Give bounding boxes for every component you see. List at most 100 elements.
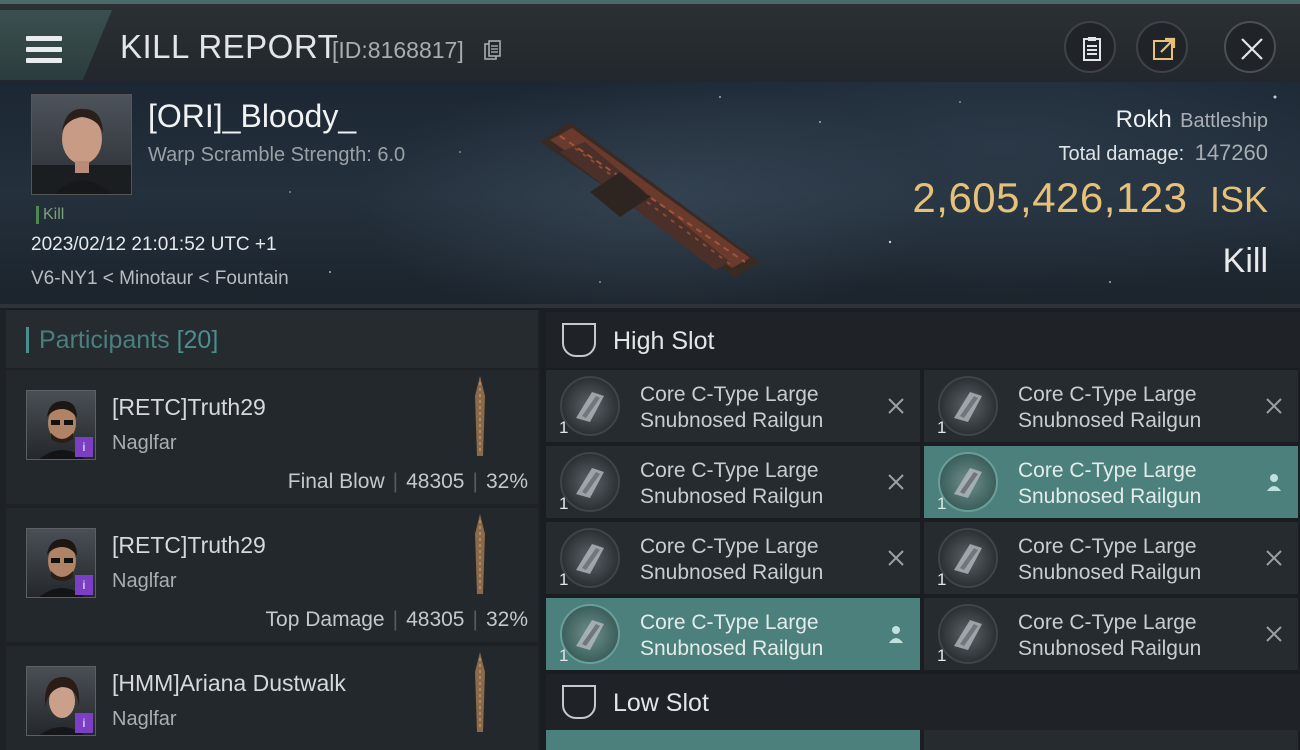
participant-ship[interactable]: Naglfar bbox=[112, 570, 176, 593]
item-quantity: 1 bbox=[559, 418, 569, 437]
participants-count: [20] bbox=[176, 326, 219, 354]
participant-damage: 48305 bbox=[406, 608, 465, 631]
victim-ship-image[interactable] bbox=[530, 112, 770, 282]
item-name: Core C-Type Large Snubnosed Railgun bbox=[640, 535, 824, 584]
railgun-icon bbox=[560, 452, 620, 512]
participant-damage: 48305 bbox=[406, 470, 465, 493]
total-damage: Total damage: 147260 bbox=[1058, 140, 1268, 166]
title-bar: KILL REPORT [ID:8168817] bbox=[0, 0, 1300, 82]
item-quantity: 1 bbox=[937, 494, 947, 513]
low-slot-title: Low Slot bbox=[613, 689, 709, 717]
copy-icon[interactable] bbox=[484, 40, 502, 60]
participants-title: Participants [20] bbox=[26, 327, 218, 353]
victim-portrait[interactable] bbox=[31, 94, 132, 195]
participant-ship[interactable]: Naglfar bbox=[112, 708, 176, 731]
menu-button[interactable] bbox=[0, 10, 112, 80]
item-name: Core C-Type Large Snubnosed Railgun bbox=[640, 459, 824, 508]
x-icon bbox=[886, 472, 906, 492]
participant-row[interactable]: i [RETC]Truth29 Naglfar Top Damage | 48305… bbox=[6, 508, 538, 642]
isk-value: 2,605,426,123 bbox=[912, 174, 1188, 221]
participant-name[interactable]: [RETC]Truth29 bbox=[112, 532, 266, 559]
fitting-item-partial[interactable] bbox=[924, 730, 1298, 750]
participant-stats: Final Blow | 48305 | 32% bbox=[287, 470, 528, 493]
share-button[interactable] bbox=[1136, 21, 1188, 73]
item-name: Core C-Type Large Snubnosed Railgun bbox=[1018, 383, 1202, 432]
participant-name[interactable]: [RETC]Truth29 bbox=[112, 394, 266, 421]
isk-value-line: 2,605,426,123 ISK bbox=[912, 174, 1268, 222]
fitting-item[interactable]: 1 Core C-Type Large Snubnosed Railgun bbox=[546, 598, 920, 670]
fitting-item-partial[interactable] bbox=[546, 730, 920, 750]
ship-class: Battleship bbox=[1180, 110, 1268, 132]
avatar[interactable]: i bbox=[26, 666, 96, 736]
item-name: Core C-Type Large Snubnosed Railgun bbox=[640, 611, 824, 660]
warp-scramble-strength: Warp Scramble Strength: 6.0 bbox=[148, 144, 406, 166]
kill-tag: Kill bbox=[36, 206, 64, 224]
participant-row[interactable]: i [HMM]Ariana Dustwalk Naglfar bbox=[6, 646, 538, 750]
high-slot-icon bbox=[562, 323, 596, 357]
railgun-icon bbox=[938, 528, 998, 588]
close-icon bbox=[1241, 38, 1263, 60]
share-icon bbox=[1153, 37, 1176, 60]
x-icon bbox=[1264, 548, 1284, 568]
avatar[interactable]: i bbox=[26, 390, 96, 460]
high-slot-title: High Slot bbox=[613, 327, 715, 355]
fitting-item[interactable]: 1 Core C-Type Large Snubnosed Railgun bbox=[924, 446, 1298, 518]
page-title: KILL REPORT bbox=[120, 28, 339, 65]
participants-panel: Participants [20] i [RETC]Truth29 Naglfa… bbox=[0, 310, 540, 750]
item-quantity: 1 bbox=[937, 570, 947, 589]
fitting-item[interactable]: 1 Core C-Type Large Snubnosed Railgun bbox=[924, 598, 1298, 670]
alliance-badge-icon: i bbox=[75, 575, 93, 595]
menu-icon bbox=[26, 36, 62, 64]
ship-name[interactable]: Rokh bbox=[1116, 106, 1172, 133]
kill-location[interactable]: V6-NY1 < Minotaur < Fountain bbox=[31, 268, 289, 290]
close-button[interactable] bbox=[1224, 21, 1276, 73]
kill-timestamp: 2023/02/12 21:01:52 UTC +1 bbox=[31, 234, 277, 255]
item-name: Core C-Type Large Snubnosed Railgun bbox=[1018, 611, 1202, 660]
victim-name[interactable]: [ORI]_Bloody_ bbox=[148, 98, 356, 135]
ship-icon bbox=[475, 514, 485, 594]
fitting-item[interactable]: 1 Core C-Type Large Snubnosed Railgun bbox=[546, 446, 920, 518]
item-quantity: 1 bbox=[559, 646, 569, 665]
victim-panel: [ORI]_Bloody_ Warp Scramble Strength: 6.… bbox=[0, 82, 1300, 308]
fitting-item[interactable]: 1 Core C-Type Large Snubnosed Railgun bbox=[924, 522, 1298, 594]
alliance-badge-icon: i bbox=[75, 713, 93, 733]
item-quantity: 1 bbox=[937, 418, 947, 437]
fitting-item[interactable]: 1 Core C-Type Large Snubnosed Railgun bbox=[546, 522, 920, 594]
person-icon bbox=[886, 624, 906, 644]
ship-icon bbox=[475, 376, 485, 456]
ship-icon bbox=[475, 652, 485, 732]
high-slot-header: High Slot bbox=[546, 312, 1300, 368]
railgun-icon bbox=[560, 528, 620, 588]
participant-role: Final Blow bbox=[287, 470, 385, 493]
item-quantity: 1 bbox=[559, 570, 569, 589]
kill-result: Kill bbox=[1222, 242, 1268, 280]
participant-name[interactable]: [HMM]Ariana Dustwalk bbox=[112, 670, 346, 697]
isk-unit: ISK bbox=[1209, 179, 1268, 220]
total-damage-label: Total damage: bbox=[1058, 143, 1185, 165]
participant-role: Top Damage bbox=[265, 608, 385, 631]
clipboard-icon bbox=[1083, 37, 1101, 61]
x-icon bbox=[1264, 624, 1284, 644]
railgun-icon bbox=[938, 376, 998, 436]
participants-header: Participants [20] bbox=[6, 310, 538, 368]
railgun-icon bbox=[560, 604, 620, 664]
item-name: Core C-Type Large Snubnosed Railgun bbox=[640, 383, 824, 432]
participant-ship[interactable]: Naglfar bbox=[112, 432, 176, 455]
x-icon bbox=[886, 548, 906, 568]
fitting-item[interactable]: 1 Core C-Type Large Snubnosed Railgun bbox=[546, 370, 920, 442]
participant-percent: 32% bbox=[485, 470, 528, 493]
low-slot-icon bbox=[562, 685, 596, 719]
fitting-item[interactable]: 1 Core C-Type Large Snubnosed Railgun bbox=[924, 370, 1298, 442]
avatar[interactable]: i bbox=[26, 528, 96, 598]
participant-stats: Top Damage | 48305 | 32% bbox=[265, 608, 528, 631]
x-icon bbox=[1264, 396, 1284, 416]
person-icon bbox=[1264, 472, 1284, 492]
item-name: Core C-Type Large Snubnosed Railgun bbox=[1018, 535, 1202, 584]
clipboard-button[interactable] bbox=[1064, 21, 1116, 73]
railgun-icon bbox=[938, 452, 998, 512]
item-quantity: 1 bbox=[559, 494, 569, 513]
participant-row[interactable]: i [RETC]Truth29 Naglfar Final Blow | 48305… bbox=[6, 370, 538, 504]
railgun-icon bbox=[938, 604, 998, 664]
victim-ship: Rokh Battleship bbox=[1116, 106, 1268, 134]
participants-label: Participants bbox=[39, 326, 170, 354]
